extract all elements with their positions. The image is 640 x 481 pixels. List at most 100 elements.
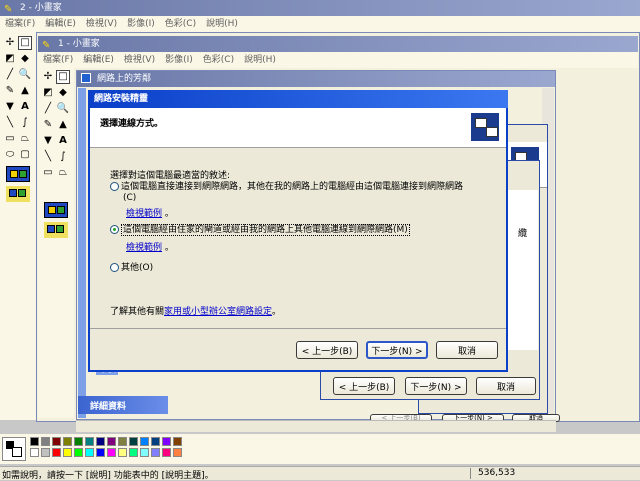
example-link-1-text[interactable]: 檢視範例 bbox=[126, 209, 162, 219]
outer-menu-edit[interactable]: 編輯(E) bbox=[40, 16, 81, 32]
option-gateway-radio[interactable] bbox=[110, 225, 119, 234]
inner-title-bar: ✎ 1 - 小畫家 bbox=[38, 36, 638, 52]
inner-menu-colors[interactable]: 色彩(C) bbox=[198, 52, 239, 68]
inner-transparent-option-icon[interactable] bbox=[44, 202, 68, 218]
color-swatch[interactable] bbox=[173, 448, 182, 457]
color-swatch[interactable] bbox=[140, 448, 149, 457]
rect-select-tool[interactable]: □ bbox=[18, 36, 32, 50]
wizard-cancel-button[interactable]: 取消 bbox=[436, 341, 498, 359]
text-tool[interactable]: A bbox=[18, 100, 32, 114]
inner-eraser-tool[interactable]: ◩ bbox=[41, 86, 55, 100]
wizard-option-direct[interactable]: 這個電腦直接連接到網際網路，其他在我的網路上的電腦經由這個電腦連接到網際網路 (… bbox=[110, 182, 500, 204]
back-wizard-back-button[interactable]: < 上一步(B) bbox=[333, 377, 395, 395]
inner-magnifier-tool[interactable]: 🔍 bbox=[56, 102, 70, 116]
rectangle-tool[interactable]: ▭ bbox=[3, 132, 17, 146]
option-other-radio[interactable] bbox=[110, 263, 119, 272]
inner-picker-tool[interactable]: ╱ bbox=[41, 102, 55, 116]
option-direct-label-line2: (C) bbox=[123, 193, 137, 203]
color-swatch[interactable] bbox=[30, 437, 39, 446]
rounded-rect-tool[interactable]: ▢ bbox=[18, 148, 32, 162]
color-swatch[interactable] bbox=[30, 448, 39, 457]
inner-polygon-tool[interactable]: ⏢ bbox=[56, 166, 70, 180]
back-wizard-next-button[interactable]: 下一步(N) > bbox=[405, 377, 467, 395]
status-coords: 536,533 bbox=[478, 468, 516, 478]
inner-free-select-tool[interactable]: ✢ bbox=[41, 70, 55, 84]
color-swatch[interactable] bbox=[96, 437, 105, 446]
outer-menu-image[interactable]: 影像(I) bbox=[122, 16, 160, 32]
inner-menu-help[interactable]: 說明(H) bbox=[239, 52, 281, 68]
color-swatch[interactable] bbox=[162, 437, 171, 446]
wizard-option-other[interactable]: 其他(O) bbox=[110, 260, 153, 273]
current-colors[interactable] bbox=[2, 437, 26, 461]
polygon-tool[interactable]: ⏢ bbox=[18, 132, 32, 146]
line-tool[interactable]: ╲ bbox=[3, 116, 17, 130]
color-swatch[interactable] bbox=[85, 437, 94, 446]
color-swatch[interactable] bbox=[52, 437, 61, 446]
color-swatch[interactable] bbox=[74, 437, 83, 446]
color-swatch[interactable] bbox=[118, 448, 127, 457]
wizard-example-link-1[interactable]: 檢視範例 。 bbox=[126, 206, 174, 219]
outer-menu-view[interactable]: 檢視(V) bbox=[81, 16, 122, 32]
color-swatch[interactable] bbox=[107, 448, 116, 457]
wizard-title-bar: 網路安裝精靈 bbox=[88, 90, 508, 108]
outer-menu-colors[interactable]: 色彩(C) bbox=[160, 16, 201, 32]
learn-more-link[interactable]: 家用或小型辦公室網路設定 bbox=[164, 307, 272, 317]
color-swatch[interactable] bbox=[140, 437, 149, 446]
inner-menu-edit[interactable]: 編輯(E) bbox=[78, 52, 119, 68]
color-swatch[interactable] bbox=[85, 448, 94, 457]
color-swatch[interactable] bbox=[63, 448, 72, 457]
ellipse-tool[interactable]: ⬭ bbox=[3, 148, 17, 162]
inner-brush-tool[interactable]: ▲ bbox=[56, 118, 70, 132]
magnifier-tool[interactable]: 🔍 bbox=[18, 68, 32, 82]
color-swatch[interactable] bbox=[107, 437, 116, 446]
color-swatch[interactable] bbox=[96, 448, 105, 457]
option-direct-radio[interactable] bbox=[110, 182, 119, 191]
color-swatch[interactable] bbox=[41, 448, 50, 457]
color-swatch[interactable] bbox=[74, 448, 83, 457]
inner-menu-image[interactable]: 影像(I) bbox=[160, 52, 198, 68]
wizard-back-button[interactable]: < 上一步(B) bbox=[296, 341, 358, 359]
color-swatch[interactable] bbox=[151, 448, 160, 457]
color-swatch[interactable] bbox=[52, 448, 61, 457]
airbrush-tool[interactable]: ▼ bbox=[3, 100, 17, 114]
color-swatch[interactable] bbox=[162, 448, 171, 457]
network-places-title-bar: 網路上的芳鄰 bbox=[77, 71, 555, 87]
eraser-tool[interactable]: ◩ bbox=[3, 52, 17, 66]
inner-opaque-option-icon[interactable] bbox=[44, 222, 68, 238]
wizard-option-gateway[interactable]: 這個電腦經由住家的閘道或經由我的網路上其他電腦連線到網際網路(M) bbox=[110, 222, 410, 236]
transparent-option-icon[interactable] bbox=[6, 166, 30, 182]
opaque-option-icon[interactable] bbox=[6, 186, 30, 202]
color-swatch[interactable] bbox=[118, 437, 127, 446]
outer-menu-file[interactable]: 檔案(F) bbox=[0, 16, 40, 32]
inner-menu-file[interactable]: 檔案(F) bbox=[38, 52, 78, 68]
outer-menu-help[interactable]: 說明(H) bbox=[201, 16, 243, 32]
pencil-tool[interactable]: ✎ bbox=[3, 84, 17, 98]
outer-menu-bar: 檔案(F) 編輯(E) 檢視(V) 影像(I) 色彩(C) 說明(H) bbox=[0, 16, 640, 32]
fill-tool[interactable]: ◆ bbox=[18, 52, 32, 66]
inner-horizontal-scrollbar[interactable] bbox=[76, 420, 556, 432]
back-wizard-cancel-button[interactable]: 取消 bbox=[476, 377, 536, 395]
inner-rectangle-tool[interactable]: ▭ bbox=[41, 166, 55, 180]
color-swatch[interactable] bbox=[151, 437, 160, 446]
inner-pencil-tool[interactable]: ✎ bbox=[41, 118, 55, 132]
brush-tool[interactable]: ▲ bbox=[18, 84, 32, 98]
network-places-details-header[interactable]: 詳細資料 bbox=[78, 396, 168, 414]
picker-tool[interactable]: ╱ bbox=[3, 68, 17, 82]
color-swatch[interactable] bbox=[129, 448, 138, 457]
curve-tool[interactable]: ∫ bbox=[18, 116, 32, 130]
inner-airbrush-tool[interactable]: ▼ bbox=[41, 134, 55, 148]
inner-text-tool[interactable]: A bbox=[56, 134, 70, 148]
example-link-2-text[interactable]: 檢視範例 bbox=[126, 243, 162, 253]
free-select-tool[interactable]: ✢ bbox=[3, 36, 17, 50]
inner-curve-tool[interactable]: ∫ bbox=[56, 150, 70, 164]
color-swatch[interactable] bbox=[63, 437, 72, 446]
color-swatch[interactable] bbox=[129, 437, 138, 446]
inner-fill-tool[interactable]: ◆ bbox=[56, 86, 70, 100]
inner-menu-view[interactable]: 檢視(V) bbox=[119, 52, 160, 68]
inner-rect-select-tool[interactable]: □ bbox=[56, 70, 70, 84]
color-swatch[interactable] bbox=[41, 437, 50, 446]
color-swatch[interactable] bbox=[173, 437, 182, 446]
wizard-example-link-2[interactable]: 檢視範例 。 bbox=[126, 240, 174, 253]
wizard-next-button[interactable]: 下一步(N) > bbox=[366, 341, 428, 359]
inner-line-tool[interactable]: ╲ bbox=[41, 150, 55, 164]
